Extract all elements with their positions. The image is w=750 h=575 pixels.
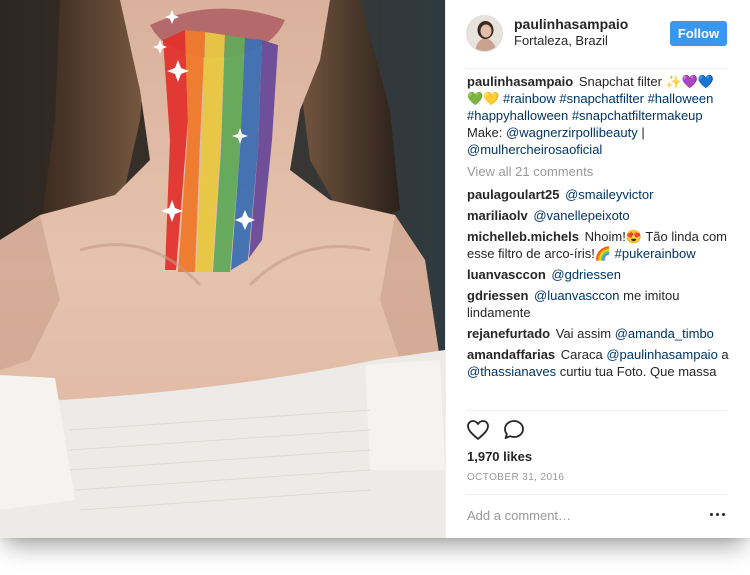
comment-username[interactable]: amandaffarias xyxy=(467,347,555,362)
instagram-post-card: paulinhasampaio Fortaleza, Brazil Follow… xyxy=(0,0,750,538)
post-location[interactable]: Fortaleza, Brazil xyxy=(514,33,608,48)
mention-link[interactable]: @luanvasccon xyxy=(534,288,619,303)
post-sidebar: paulinhasampaio Fortaleza, Brazil Follow… xyxy=(445,0,750,538)
action-bar xyxy=(466,418,546,444)
view-all-comments-link[interactable]: View all 21 comments xyxy=(467,163,729,180)
comment-item: luanvasccon @gdriessen xyxy=(467,266,729,283)
hashtag-link[interactable]: #halloween xyxy=(648,91,714,106)
comment-item: rejanefurtado Vai assim @amanda_timbo xyxy=(467,325,729,342)
comment-input-divider xyxy=(466,494,727,495)
hashtag-link[interactable]: #snapchatfiltermakeup xyxy=(572,108,703,123)
actions-divider xyxy=(466,410,727,411)
hashtag-link[interactable]: #pukerainbow xyxy=(615,246,696,261)
comment-username[interactable]: luanvasccon xyxy=(467,267,546,282)
post-header: paulinhasampaio Fortaleza, Brazil Follow xyxy=(446,0,750,68)
mention-link[interactable]: @mulhercheirosaoficial xyxy=(467,142,602,157)
comment-list: paulagoulart25 @smaileyvictor mariliaolv … xyxy=(467,186,729,380)
comment-item: amandaffarias Caraca @paulinhasampaio a … xyxy=(467,346,729,380)
likes-count[interactable]: 1,970 likes xyxy=(467,449,532,464)
comment-text: a xyxy=(717,347,729,362)
avatar[interactable] xyxy=(466,15,503,52)
comment-item: michelleb.michels Nhoim!😍 Tão linda com … xyxy=(467,228,729,262)
comment-text: curtiu tua Foto. Que massa xyxy=(556,364,717,379)
mention-link[interactable]: @vanellepeixoto xyxy=(533,208,629,223)
post-date: OCTOBER 31, 2016 xyxy=(467,472,565,483)
comment-username[interactable]: rejanefurtado xyxy=(467,326,550,341)
mention-link[interactable]: @paulinhasampaio xyxy=(606,347,718,362)
hashtag-link[interactable]: #happyhalloween xyxy=(467,108,568,123)
post-photo[interactable] xyxy=(0,0,445,538)
heart-outline-icon[interactable] xyxy=(466,418,492,444)
comment-username[interactable]: paulagoulart25 xyxy=(467,187,559,202)
comment-username[interactable]: michelleb.michels xyxy=(467,229,579,244)
comment-username[interactable]: gdriessen xyxy=(467,288,528,303)
comment-username[interactable]: mariliaolv xyxy=(467,208,528,223)
hashtag-link[interactable]: #snapchatfilter xyxy=(559,91,644,106)
comment-text: Make: xyxy=(467,125,507,140)
mention-link[interactable]: @smaileyvictor xyxy=(565,187,653,202)
comment-item: gdriessen @luanvasccon me imitou lindame… xyxy=(467,287,729,321)
comment-bubble-icon[interactable] xyxy=(502,418,528,444)
header-divider xyxy=(466,68,727,69)
post-username[interactable]: paulinhasampaio xyxy=(514,16,628,32)
caption: paulinhasampaio Snapchat filter ✨💜💙💚💛 #r… xyxy=(467,73,729,158)
comment-text: Vai assim xyxy=(555,326,615,341)
caption-username[interactable]: paulinhasampaio xyxy=(467,74,573,89)
mention-link[interactable]: @gdriessen xyxy=(551,267,621,282)
comment-text: Caraca xyxy=(560,347,607,362)
more-options-icon[interactable] xyxy=(708,506,728,522)
comment-item: mariliaolv @vanellepeixoto xyxy=(467,207,729,224)
comments-section: paulinhasampaio Snapchat filter ✨💜💙💚💛 #r… xyxy=(467,73,729,384)
comment-text: | xyxy=(637,125,645,140)
mention-link[interactable]: @amanda_timbo xyxy=(615,326,714,341)
hashtag-link[interactable]: #rainbow xyxy=(503,91,556,106)
follow-button[interactable]: Follow xyxy=(670,21,727,46)
mention-link[interactable]: @thassianaves xyxy=(467,364,556,379)
comment-item: paulagoulart25 @smaileyvictor xyxy=(467,186,729,203)
mention-link[interactable]: @wagnerzirpollibeauty xyxy=(506,125,638,140)
add-comment-input[interactable] xyxy=(467,505,687,525)
